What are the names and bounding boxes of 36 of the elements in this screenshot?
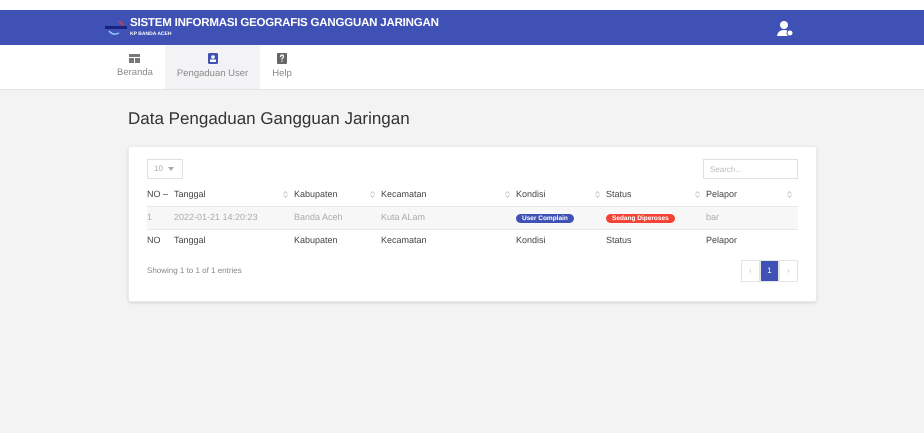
column-header[interactable]: Kabupaten (294, 188, 338, 201)
help-icon (277, 52, 287, 64)
column-footer: Kecamatan (381, 235, 427, 245)
sort-icon[interactable] (505, 190, 510, 198)
sort-icon[interactable] (283, 190, 288, 198)
column-header[interactable]: Kecamatan (381, 188, 427, 201)
table-cell: 2022-01-21 14:20:23 (174, 212, 258, 222)
column-footer: Kabupaten (294, 235, 338, 245)
column-footer: Pelapor (706, 235, 738, 245)
column-header[interactable]: Kondisi (516, 188, 546, 201)
table-cell: Kuta ALam (381, 212, 426, 222)
app-title: SISTEM INFORMASI GEOGRAFIS GANGGUAN JARINGAN (130, 18, 439, 30)
sort-icon[interactable] (595, 190, 600, 198)
column-footer: Kondisi (516, 235, 546, 245)
column-header[interactable]: Tanggal (174, 188, 206, 201)
sort-icon[interactable] (370, 190, 375, 198)
caret-icon (168, 167, 174, 171)
table-cell: bar (706, 212, 720, 222)
logo-icon (105, 18, 127, 36)
contact-icon (208, 52, 218, 64)
column-footer: NO (147, 235, 160, 245)
search-field[interactable]: Search... (703, 159, 798, 179)
table-cell: Banda Aceh (294, 212, 343, 222)
user-icon[interactable] (776, 20, 794, 36)
table-cell: 1 (147, 212, 152, 222)
column-header[interactable]: NO (147, 188, 160, 201)
page-title: Data Pengaduan Gangguan Jaringan (128, 108, 411, 130)
column-header[interactable]: Status (606, 188, 632, 201)
sort-icon[interactable] (695, 190, 700, 198)
page-button[interactable]: 1 (760, 260, 779, 282)
dashboard-icon (129, 54, 140, 63)
sort-icon[interactable] (787, 190, 792, 198)
column-header[interactable]: Pelapor (706, 188, 738, 201)
entries-info: Showing 1 to 1 of 1 entries (147, 265, 242, 277)
column-footer: Status (606, 235, 632, 245)
column-footer: Tanggal (174, 235, 206, 245)
